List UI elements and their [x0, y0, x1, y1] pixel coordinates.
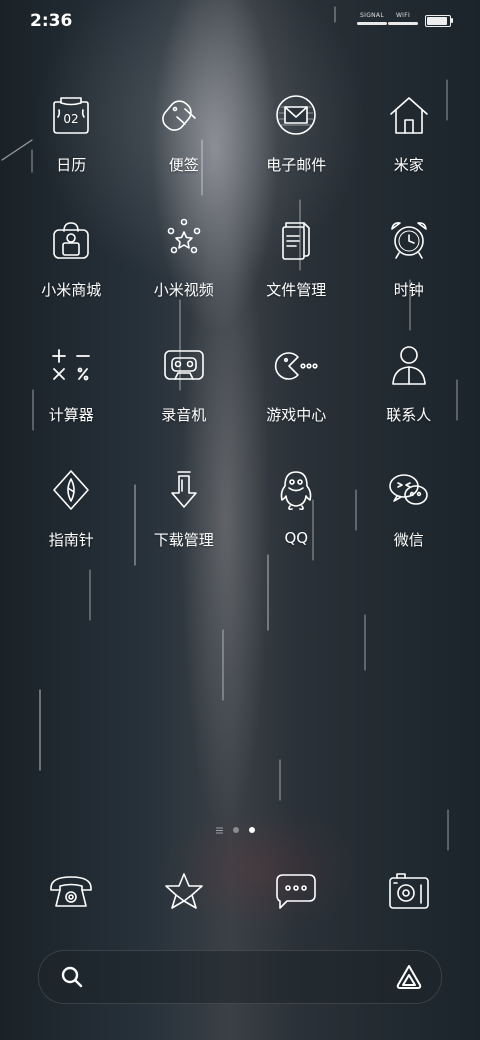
app-label: 便签 [168, 156, 199, 174]
dock-phone[interactable] [15, 866, 128, 916]
calendar-icon: 02 [46, 90, 96, 140]
page-dot[interactable] [233, 827, 239, 833]
app-download-manager[interactable]: 下载管理 [128, 465, 241, 590]
app-grid: 02 日历 便签 电子邮件 米家 小米商城 小米视频 文件管理 时钟 计算器 录… [15, 90, 465, 590]
app-label: 电子邮件 [266, 156, 327, 174]
signal-label: SIGNAL [360, 12, 384, 19]
email-icon [271, 90, 321, 140]
dock-messages[interactable] [240, 866, 353, 916]
signal-bar [357, 22, 387, 25]
calculator-icon [46, 340, 96, 390]
camera-icon [388, 873, 429, 909]
app-label: 下载管理 [153, 531, 214, 549]
app-notes[interactable]: 便签 [128, 90, 241, 215]
app-label: 联系人 [386, 406, 432, 424]
files-icon [271, 215, 321, 265]
app-mi-video[interactable]: 小米视频 [128, 215, 241, 340]
battery-tip [451, 18, 453, 23]
page-indicator[interactable] [216, 824, 255, 836]
app-label: QQ [284, 529, 309, 547]
app-calendar[interactable]: 02 日历 [15, 90, 128, 215]
app-mi-store[interactable]: 小米商城 [15, 215, 128, 340]
message-icon [276, 874, 317, 909]
search-input[interactable] [99, 965, 363, 991]
assistant-icon[interactable] [395, 963, 423, 991]
app-label: 游戏中心 [266, 406, 327, 424]
menu-lines-icon [216, 827, 223, 833]
app-label: 文件管理 [266, 281, 327, 299]
wifi-indicator: WIFI [388, 12, 418, 28]
app-file-manager[interactable]: 文件管理 [240, 215, 353, 340]
compass-icon [46, 465, 96, 515]
app-label: 录音机 [161, 406, 207, 424]
app-label: 日历 [56, 156, 87, 174]
qq-penguin-icon [271, 465, 321, 515]
app-contacts[interactable]: 联系人 [353, 340, 466, 465]
video-star-icon [159, 215, 209, 265]
status-bar: 2:36 SIGNAL WIFI [0, 0, 480, 40]
app-label: 计算器 [48, 406, 94, 424]
contact-person-icon [384, 340, 434, 390]
app-label: 微信 [393, 531, 424, 549]
search-bar[interactable] [38, 950, 442, 1004]
calendar-day-number: 02 [64, 112, 79, 126]
wifi-bar [388, 22, 418, 25]
battery-fill [427, 17, 447, 25]
app-email[interactable]: 电子邮件 [240, 90, 353, 215]
app-qq[interactable]: QQ [240, 465, 353, 590]
download-icon [159, 465, 209, 515]
search-icon [61, 966, 83, 988]
page-dot-active[interactable] [249, 827, 255, 833]
app-wechat[interactable]: 微信 [353, 465, 466, 590]
app-label: 小米商城 [41, 281, 102, 299]
game-pacman-icon [271, 340, 321, 390]
app-game-center[interactable]: 游戏中心 [240, 340, 353, 465]
notes-icon [159, 90, 209, 140]
wifi-label: WIFI [395, 12, 411, 19]
phone-icon [50, 876, 93, 907]
app-label: 米家 [393, 156, 424, 174]
app-label: 小米视频 [153, 281, 214, 299]
status-time: 2:36 [30, 11, 73, 31]
star-icon [164, 873, 203, 909]
dock [15, 866, 465, 916]
battery-icon [425, 15, 451, 27]
dock-favorites[interactable] [128, 866, 241, 916]
home-icon [384, 90, 434, 140]
app-calculator[interactable]: 计算器 [15, 340, 128, 465]
recorder-icon [159, 340, 209, 390]
wechat-icon [384, 465, 434, 515]
app-clock[interactable]: 时钟 [353, 215, 466, 340]
signal-indicator: SIGNAL [357, 12, 387, 28]
app-compass[interactable]: 指南针 [15, 465, 128, 590]
dock-camera[interactable] [353, 866, 466, 916]
app-recorder[interactable]: 录音机 [128, 340, 241, 465]
alarm-clock-icon [384, 215, 434, 265]
app-label: 时钟 [393, 281, 424, 299]
app-mijia[interactable]: 米家 [353, 90, 466, 215]
shopping-bag-icon [46, 215, 96, 265]
app-label: 指南针 [48, 531, 94, 549]
